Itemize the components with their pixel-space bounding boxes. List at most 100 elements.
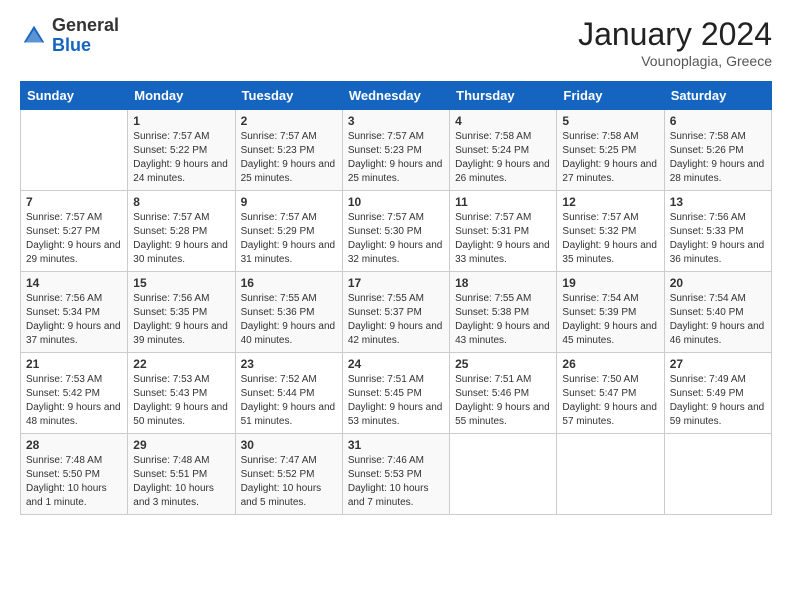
- day-info: Sunrise: 7:53 AM Sunset: 5:43 PM Dayligh…: [133, 373, 229, 429]
- day-number: 21: [26, 357, 122, 371]
- calendar-header-tuesday: Tuesday: [235, 82, 342, 110]
- day-number: 22: [133, 357, 229, 371]
- day-info: Sunrise: 7:58 AM Sunset: 5:26 PM Dayligh…: [670, 130, 766, 186]
- day-info: Sunrise: 7:51 AM Sunset: 5:45 PM Dayligh…: [348, 373, 444, 429]
- calendar-cell: 16Sunrise: 7:55 AM Sunset: 5:36 PM Dayli…: [235, 272, 342, 353]
- day-info: Sunrise: 7:56 AM Sunset: 5:35 PM Dayligh…: [133, 292, 229, 348]
- calendar-cell: 24Sunrise: 7:51 AM Sunset: 5:45 PM Dayli…: [342, 353, 449, 434]
- day-number: 2: [241, 114, 337, 128]
- day-number: 12: [562, 195, 658, 209]
- calendar-cell: 1Sunrise: 7:57 AM Sunset: 5:22 PM Daylig…: [128, 110, 235, 191]
- calendar-header-thursday: Thursday: [450, 82, 557, 110]
- calendar-cell: 17 Sunrise: 7:55 AM Sunset: 5:37 PM Dayli…: [342, 272, 449, 353]
- calendar-table: SundayMondayTuesdayWednesdayThursdayFrid…: [20, 81, 772, 515]
- calendar-body: 1Sunrise: 7:57 AM Sunset: 5:22 PM Daylig…: [21, 110, 772, 515]
- location: Vounoplagia, Greece: [578, 53, 772, 69]
- day-number: 7: [26, 195, 122, 209]
- calendar-header-saturday: Saturday: [664, 82, 771, 110]
- day-info: Sunrise: 7:56 AM Sunset: 5:33 PM Dayligh…: [670, 211, 766, 267]
- calendar-week-2: 7 Sunrise: 7:57 AM Sunset: 5:27 PM Daylig…: [21, 191, 772, 272]
- day-number: 31: [348, 438, 444, 452]
- day-number: 27: [670, 357, 766, 371]
- calendar-cell: [21, 110, 128, 191]
- calendar-header-row: SundayMondayTuesdayWednesdayThursdayFrid…: [21, 82, 772, 110]
- title-block: January 2024 Vounoplagia, Greece: [578, 16, 772, 69]
- calendar-week-5: 28 Sunrise: 7:48 AM Sunset: 5:50 PM Dayli…: [21, 434, 772, 515]
- calendar-header-monday: Monday: [128, 82, 235, 110]
- day-info: Sunrise: 7:50 AM Sunset: 5:47 PM Dayligh…: [562, 373, 658, 429]
- day-info: Sunrise: 7:54 AM Sunset: 5:39 PM Dayligh…: [562, 292, 658, 348]
- day-number: 1: [133, 114, 229, 128]
- day-number: 28: [26, 438, 122, 452]
- day-info: Sunrise: 7:55 AM Sunset: 5:38 PM Dayligh…: [455, 292, 551, 348]
- day-info: Sunrise: 7:57 AM Sunset: 5:29 PM Dayligh…: [241, 211, 337, 267]
- day-number: 10: [348, 195, 444, 209]
- day-info: Sunrise: 7:57 AM Sunset: 5:23 PM Dayligh…: [241, 130, 337, 186]
- day-number: 5: [562, 114, 658, 128]
- day-info: Sunrise: 7:57 AM Sunset: 5:31 PM Dayligh…: [455, 211, 551, 267]
- day-number: 8: [133, 195, 229, 209]
- month-title: January 2024: [578, 16, 772, 53]
- calendar-cell: 5 Sunrise: 7:58 AM Sunset: 5:25 PM Daylig…: [557, 110, 664, 191]
- day-number: 20: [670, 276, 766, 290]
- calendar-cell: 27 Sunrise: 7:49 AM Sunset: 5:49 PM Dayli…: [664, 353, 771, 434]
- day-number: 6: [670, 114, 766, 128]
- day-info: Sunrise: 7:57 AM Sunset: 5:30 PM Dayligh…: [348, 211, 444, 267]
- calendar-cell: 11Sunrise: 7:57 AM Sunset: 5:31 PM Dayli…: [450, 191, 557, 272]
- logo-blue: Blue: [52, 35, 91, 55]
- day-number: 23: [241, 357, 337, 371]
- day-info: Sunrise: 7:57 AM Sunset: 5:27 PM Dayligh…: [26, 211, 122, 267]
- calendar-cell: 23 Sunrise: 7:52 AM Sunset: 5:44 PM Dayli…: [235, 353, 342, 434]
- calendar-header-friday: Friday: [557, 82, 664, 110]
- logo-icon: [20, 22, 48, 50]
- page-header: General Blue January 2024 Vounoplagia, G…: [20, 16, 772, 69]
- calendar-cell: 2 Sunrise: 7:57 AM Sunset: 5:23 PM Daylig…: [235, 110, 342, 191]
- calendar-cell: 30Sunrise: 7:47 AM Sunset: 5:52 PM Dayli…: [235, 434, 342, 515]
- calendar-header-sunday: Sunday: [21, 82, 128, 110]
- day-info: Sunrise: 7:48 AM Sunset: 5:51 PM Dayligh…: [133, 454, 229, 510]
- logo-general: General: [52, 15, 119, 35]
- day-info: Sunrise: 7:46 AM Sunset: 5:53 PM Dayligh…: [348, 454, 444, 510]
- day-number: 29: [133, 438, 229, 452]
- day-number: 4: [455, 114, 551, 128]
- calendar-cell: 10 Sunrise: 7:57 AM Sunset: 5:30 PM Dayli…: [342, 191, 449, 272]
- calendar-cell: 22 Sunrise: 7:53 AM Sunset: 5:43 PM Dayli…: [128, 353, 235, 434]
- calendar-cell: 12 Sunrise: 7:57 AM Sunset: 5:32 PM Dayli…: [557, 191, 664, 272]
- day-info: Sunrise: 7:58 AM Sunset: 5:25 PM Dayligh…: [562, 130, 658, 186]
- day-info: Sunrise: 7:53 AM Sunset: 5:42 PM Dayligh…: [26, 373, 122, 429]
- calendar-cell: 6 Sunrise: 7:58 AM Sunset: 5:26 PM Daylig…: [664, 110, 771, 191]
- calendar-header-wednesday: Wednesday: [342, 82, 449, 110]
- day-number: 17: [348, 276, 444, 290]
- calendar-cell: 7 Sunrise: 7:57 AM Sunset: 5:27 PM Daylig…: [21, 191, 128, 272]
- day-info: Sunrise: 7:49 AM Sunset: 5:49 PM Dayligh…: [670, 373, 766, 429]
- day-info: Sunrise: 7:54 AM Sunset: 5:40 PM Dayligh…: [670, 292, 766, 348]
- calendar-cell: 31 Sunrise: 7:46 AM Sunset: 5:53 PM Dayli…: [342, 434, 449, 515]
- calendar-cell: 8Sunrise: 7:57 AM Sunset: 5:28 PM Daylig…: [128, 191, 235, 272]
- calendar-cell: [450, 434, 557, 515]
- logo-text: General Blue: [52, 16, 119, 56]
- calendar-cell: 21 Sunrise: 7:53 AM Sunset: 5:42 PM Dayli…: [21, 353, 128, 434]
- day-number: 26: [562, 357, 658, 371]
- day-info: Sunrise: 7:48 AM Sunset: 5:50 PM Dayligh…: [26, 454, 122, 510]
- calendar-cell: 14Sunrise: 7:56 AM Sunset: 5:34 PM Dayli…: [21, 272, 128, 353]
- day-number: 3: [348, 114, 444, 128]
- calendar-cell: 28 Sunrise: 7:48 AM Sunset: 5:50 PM Dayli…: [21, 434, 128, 515]
- calendar-cell: 15Sunrise: 7:56 AM Sunset: 5:35 PM Dayli…: [128, 272, 235, 353]
- day-number: 19: [562, 276, 658, 290]
- calendar-cell: [557, 434, 664, 515]
- day-info: Sunrise: 7:51 AM Sunset: 5:46 PM Dayligh…: [455, 373, 551, 429]
- calendar-week-3: 14Sunrise: 7:56 AM Sunset: 5:34 PM Dayli…: [21, 272, 772, 353]
- calendar-cell: 18Sunrise: 7:55 AM Sunset: 5:38 PM Dayli…: [450, 272, 557, 353]
- calendar-cell: 9 Sunrise: 7:57 AM Sunset: 5:29 PM Daylig…: [235, 191, 342, 272]
- day-number: 9: [241, 195, 337, 209]
- calendar-cell: 26 Sunrise: 7:50 AM Sunset: 5:47 PM Dayli…: [557, 353, 664, 434]
- day-info: Sunrise: 7:47 AM Sunset: 5:52 PM Dayligh…: [241, 454, 337, 510]
- day-info: Sunrise: 7:55 AM Sunset: 5:37 PM Dayligh…: [348, 292, 444, 348]
- calendar-cell: 29 Sunrise: 7:48 AM Sunset: 5:51 PM Dayli…: [128, 434, 235, 515]
- day-info: Sunrise: 7:52 AM Sunset: 5:44 PM Dayligh…: [241, 373, 337, 429]
- calendar-cell: 20 Sunrise: 7:54 AM Sunset: 5:40 PM Dayli…: [664, 272, 771, 353]
- day-info: Sunrise: 7:57 AM Sunset: 5:23 PM Dayligh…: [348, 130, 444, 186]
- day-info: Sunrise: 7:57 AM Sunset: 5:32 PM Dayligh…: [562, 211, 658, 267]
- calendar-week-4: 21 Sunrise: 7:53 AM Sunset: 5:42 PM Dayli…: [21, 353, 772, 434]
- calendar-cell: 13Sunrise: 7:56 AM Sunset: 5:33 PM Dayli…: [664, 191, 771, 272]
